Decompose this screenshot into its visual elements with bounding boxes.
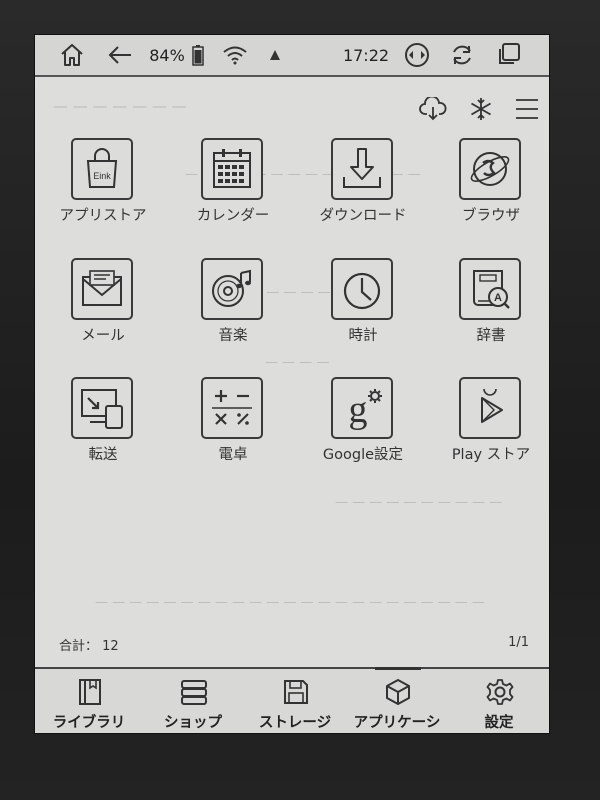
page-indicator: 1/1 (508, 635, 529, 650)
active-indicator (375, 667, 421, 670)
warning-icon (267, 42, 283, 68)
shop-icon (179, 677, 209, 707)
bottom-navigation: ライブラリ ショップ ストレージ アプリケーシ 設定 (35, 667, 549, 733)
ghost-residue: — — — — — — — — — — — — — — — — — — — — … (95, 595, 485, 610)
ghost-residue: — — — — — — — (53, 97, 187, 115)
battery-icon (190, 42, 206, 68)
page-turn-icon[interactable] (402, 42, 432, 68)
app-tile[interactable]: 転送 (43, 377, 163, 477)
multitask-icon[interactable] (493, 42, 523, 68)
wifi-icon (221, 42, 249, 68)
app-label: Play ストア (451, 447, 531, 463)
calendar-icon (201, 138, 263, 200)
app-label: メール (81, 328, 125, 344)
menu-icon[interactable] (513, 95, 541, 123)
nav-applications[interactable]: アプリケーシ (345, 667, 449, 733)
dictionary-icon: A (459, 258, 521, 320)
nav-storage[interactable]: ストレージ (243, 673, 347, 733)
transfer-icon (71, 377, 133, 439)
app-label: 時計 (348, 328, 378, 344)
google-g-glyph: g (349, 389, 368, 431)
app-tile[interactable]: g Google設定 (303, 377, 423, 477)
app-tile[interactable]: 時計 (303, 258, 423, 358)
play-store-icon (459, 377, 521, 439)
app-label: ブラウザ (462, 208, 520, 224)
calculator-icon (201, 377, 263, 439)
app-label: カレンダー (196, 208, 270, 224)
app-tile[interactable]: ブラウザ (431, 138, 549, 238)
app-label: ダウンロード (319, 208, 407, 224)
library-icon (75, 677, 105, 707)
app-label: アプリストア (59, 208, 147, 224)
back-arrow-icon[interactable] (105, 42, 135, 68)
mail-icon (71, 258, 133, 320)
home-icon[interactable] (57, 42, 87, 68)
app-tile[interactable]: A 辞書 (431, 258, 549, 358)
app-tile[interactable]: Eink アプリストア (43, 138, 163, 238)
app-tile[interactable]: カレンダー (173, 138, 293, 238)
app-tile[interactable]: ダウンロード (303, 138, 423, 238)
clock-time: 17:22 (342, 45, 390, 65)
nav-settings[interactable]: 設定 (447, 673, 549, 733)
total-count: 合計： 12 (59, 639, 119, 654)
apps-cube-icon (383, 677, 413, 707)
clock-icon (331, 258, 393, 320)
nav-library[interactable]: ライブラリ (37, 673, 141, 733)
app-store-badge: Eink (93, 171, 111, 181)
refresh-icon[interactable] (447, 42, 477, 68)
music-icon (201, 258, 263, 320)
app-tile[interactable]: メール (43, 258, 163, 358)
cloud-download-icon[interactable] (419, 95, 447, 123)
dictionary-badge: A (494, 292, 502, 304)
status-bar: 84% 17:22 (35, 35, 549, 77)
app-tile[interactable]: 電卓 (173, 377, 293, 477)
app-tile[interactable]: 音楽 (173, 258, 293, 358)
app-label: Google設定 (322, 447, 404, 463)
nav-label: 設定 (484, 715, 514, 731)
app-store-bag-icon: Eink (71, 138, 133, 200)
download-icon (331, 138, 393, 200)
settings-gear-icon (485, 677, 515, 707)
battery-percent: 84% (149, 45, 185, 65)
app-label: 音楽 (218, 328, 248, 344)
app-label: 辞書 (476, 328, 506, 344)
app-label: 電卓 (218, 447, 248, 463)
freeze-snowflake-icon[interactable] (467, 95, 495, 123)
browser-icon (459, 138, 521, 200)
eink-screen: 84% 17:22 — — — — — — — — — — — — — — — … (34, 34, 550, 734)
app-tile[interactable]: Play ストア (431, 377, 549, 477)
nav-shop[interactable]: ショップ (141, 673, 245, 733)
storage-icon (281, 677, 311, 707)
google-settings-icon: g (331, 377, 393, 439)
ghost-residue: — — — — — — — — — — (335, 495, 503, 510)
nav-label: ライブラリ (52, 715, 126, 731)
app-label: 転送 (88, 447, 118, 463)
